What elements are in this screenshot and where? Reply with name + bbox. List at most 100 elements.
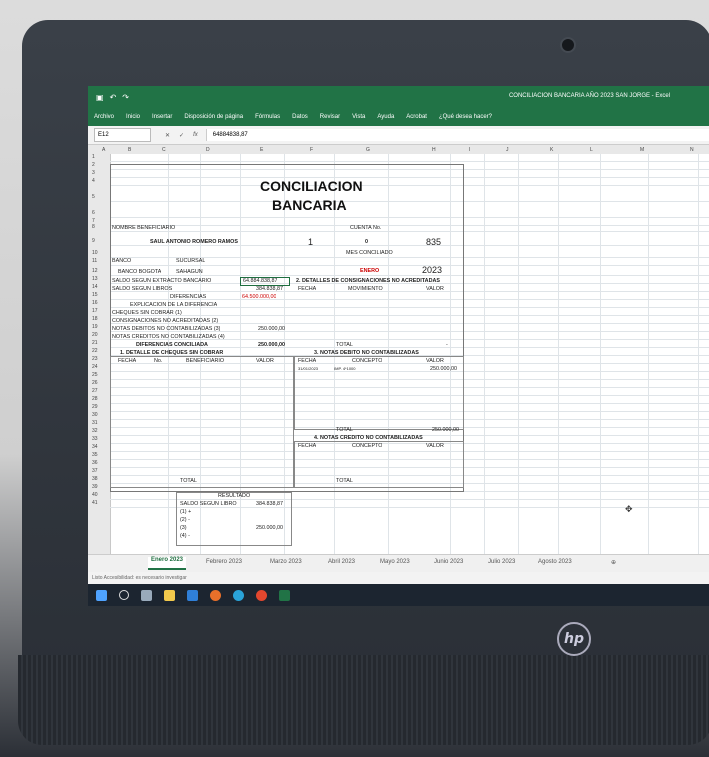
mes-value[interactable]: ENERO [360,268,379,274]
row-header[interactable]: 15 [92,292,98,298]
file-explorer-icon[interactable] [164,589,175,601]
windows-start-icon[interactable] [96,589,107,601]
row-header[interactable]: 28 [92,396,98,402]
col-E[interactable]: E [260,147,263,153]
notas-debito-value[interactable]: 250.000,00 [258,326,285,332]
row-header[interactable]: 6 [92,210,95,216]
row-header[interactable]: 14 [92,284,98,290]
row-header[interactable]: 20 [92,332,98,338]
col-J[interactable]: J [506,147,509,153]
sheet-tab-julio[interactable]: Julio 2023 [488,559,515,565]
col-A[interactable]: A [102,147,105,153]
row-header[interactable]: 16 [92,300,98,306]
col-B[interactable]: B [128,147,131,153]
row-header[interactable]: 34 [92,444,98,450]
sheet-tab-abril[interactable]: Abril 2023 [328,559,355,565]
undo-icon[interactable]: ↶ [110,93,117,102]
row-header[interactable]: 29 [92,404,98,410]
row-header[interactable]: 22 [92,348,98,354]
formula-input[interactable]: 64884838,87 [205,129,709,141]
tab-vista[interactable]: Vista [352,114,365,120]
col-D[interactable]: D [206,147,210,153]
row-header[interactable]: 5 [92,194,95,200]
cuenta-num1[interactable]: 1 [308,237,313,247]
row-header[interactable]: 19 [92,324,98,330]
row-header[interactable]: 35 [92,452,98,458]
row-header[interactable]: 17 [92,308,98,314]
res-3-value[interactable]: 250.000,00 [256,525,283,531]
row-header[interactable]: 4 [92,178,95,184]
col-C[interactable]: C [162,147,166,153]
tab-disposicion[interactable]: Disposición de página [184,114,243,120]
diferencias-value[interactable]: 64.500.000,00 [242,294,276,300]
worksheet-grid[interactable]: 1 2 3 4 5 6 7 8 9 10 11 12 13 14 15 16 17 18 19 20 21 22 23 24 2… [88,154,709,554]
row-header[interactable]: 18 [92,316,98,322]
row-header[interactable]: 8 [92,224,95,230]
row-header[interactable]: 41 [92,500,98,506]
col-I[interactable]: I [469,147,470,153]
sheet-tab-mayo[interactable]: Mayo 2023 [380,559,410,565]
col-F[interactable]: F [310,147,313,153]
name-box[interactable]: E12 [94,128,151,142]
row-header[interactable]: 37 [92,468,98,474]
task-view-icon[interactable] [141,589,152,601]
row-header[interactable]: 31 [92,420,98,426]
cuenta-num2[interactable]: 0 [365,239,368,245]
row-header[interactable]: 33 [92,436,98,442]
row-header[interactable]: 3 [92,170,95,176]
tab-inicio[interactable]: Inicio [126,114,140,120]
sucursal-value[interactable]: SAHAGUN [176,269,203,275]
row-header[interactable]: 38 [92,476,98,482]
tell-me-search[interactable]: ¿Qué desea hacer? [439,114,492,120]
cancel-icon[interactable]: ✕ [165,132,170,139]
tab-insertar[interactable]: Insertar [152,114,172,120]
row-header[interactable]: 36 [92,460,98,466]
dif-conciliada-value[interactable]: 250.000,00 [258,342,285,348]
anio-value[interactable]: 2023 [422,265,442,275]
sheet-tab-junio[interactable]: Junio 2023 [434,559,463,565]
col-G[interactable]: G [366,147,370,153]
row-header[interactable]: 24 [92,364,98,370]
col-L[interactable]: L [590,147,593,153]
saldo-libros-value[interactable]: 384.838,87 [256,286,283,292]
row-header[interactable]: 9 [92,238,95,244]
row-header[interactable]: 21 [92,340,98,346]
redo-icon[interactable]: ↷ [122,93,129,102]
tab-ayuda[interactable]: Ayuda [377,114,394,120]
firefox-icon[interactable] [210,589,221,601]
col-K[interactable]: K [550,147,553,153]
tab-datos[interactable]: Datos [292,114,308,120]
col-H[interactable]: H [432,147,436,153]
row-header[interactable]: 39 [92,484,98,490]
chrome-icon[interactable] [256,589,267,601]
saldo-extracto-value[interactable]: 64.884.838,87 [243,278,277,284]
row-header[interactable]: 32 [92,428,98,434]
fx-icon[interactable]: fx [193,132,198,139]
tab-acrobat[interactable]: Acrobat [406,114,427,120]
enter-icon[interactable]: ✓ [179,132,184,139]
row-header[interactable]: 26 [92,380,98,386]
tab-formulas[interactable]: Fórmulas [255,114,280,120]
row-header[interactable]: 13 [92,276,98,282]
sheet-tab-enero[interactable]: Enero 2023 [148,557,187,570]
row-header[interactable]: 30 [92,412,98,418]
excel-icon[interactable] [279,589,290,601]
col-N[interactable]: N [690,147,694,153]
row-header[interactable]: 25 [92,372,98,378]
row-header[interactable]: 11 [92,258,97,264]
cuenta-num3[interactable]: 835 [426,237,441,247]
sheet-tab-febrero[interactable]: Febrero 2023 [206,559,242,565]
sheet-tab-marzo[interactable]: Marzo 2023 [270,559,302,565]
total2-value[interactable]: - [446,342,448,348]
row-header[interactable]: 1 [92,154,95,160]
add-sheet-icon[interactable]: ⊕ [611,559,616,566]
store-icon[interactable] [187,589,198,601]
col-M[interactable]: M [640,147,644,153]
beneficiario-name[interactable]: SAUL ANTONIO ROMERO RAMOS [150,239,238,245]
tab-archivo[interactable]: Archivo [94,114,114,120]
row-header[interactable]: 10 [92,250,98,256]
row-header[interactable]: 23 [92,356,98,362]
edge-icon[interactable] [233,589,244,601]
sheet-tab-agosto[interactable]: Agosto 2023 [538,559,572,565]
tab-revisar[interactable]: Revisar [320,114,340,120]
